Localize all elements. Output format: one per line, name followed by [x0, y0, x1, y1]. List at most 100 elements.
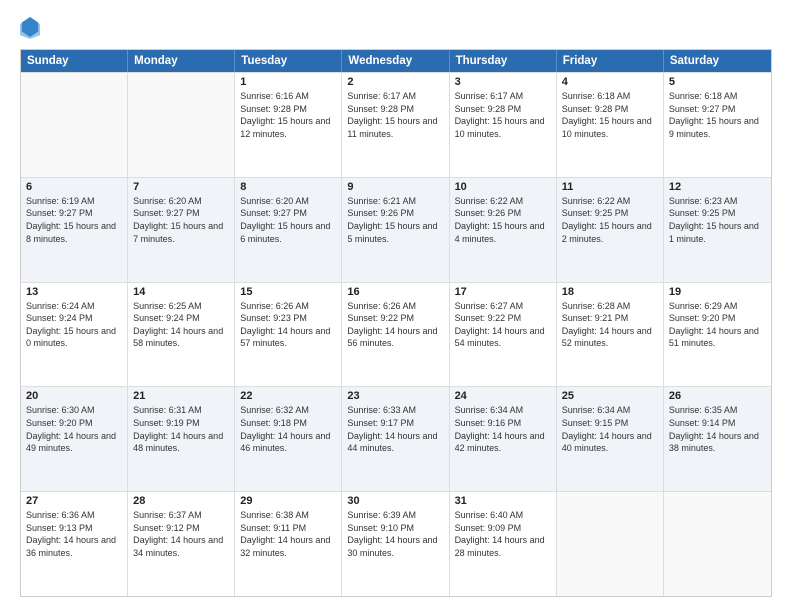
day-detail: Sunrise: 6:20 AMSunset: 9:27 PMDaylight:…: [133, 195, 229, 245]
day-number: 3: [455, 76, 551, 88]
calendar-row: 13 Sunrise: 6:24 AMSunset: 9:24 PMDayligh…: [21, 282, 771, 387]
day-number: 4: [562, 76, 658, 88]
day-detail: Sunrise: 6:23 AMSunset: 9:25 PMDaylight:…: [669, 195, 766, 245]
calendar-cell: 12 Sunrise: 6:23 AMSunset: 9:25 PMDayligh…: [664, 178, 771, 282]
calendar-cell: 2 Sunrise: 6:17 AMSunset: 9:28 PMDaylight…: [342, 73, 449, 177]
calendar-day-header: Thursday: [450, 50, 557, 72]
day-detail: Sunrise: 6:36 AMSunset: 9:13 PMDaylight:…: [26, 509, 122, 559]
day-detail: Sunrise: 6:29 AMSunset: 9:20 PMDaylight:…: [669, 300, 766, 350]
calendar-cell: 3 Sunrise: 6:17 AMSunset: 9:28 PMDaylight…: [450, 73, 557, 177]
calendar-cell: 23 Sunrise: 6:33 AMSunset: 9:17 PMDayligh…: [342, 387, 449, 491]
calendar-cell: 16 Sunrise: 6:26 AMSunset: 9:22 PMDayligh…: [342, 283, 449, 387]
day-number: 13: [26, 286, 122, 298]
calendar-cell: 11Sunrise: 6:22 AMSunset: 9:25 PMDayligh…: [557, 178, 664, 282]
day-number: 10: [455, 181, 551, 193]
day-detail: Sunrise: 6:34 AMSunset: 9:16 PMDaylight:…: [455, 404, 551, 454]
calendar-cell: 31 Sunrise: 6:40 AMSunset: 9:09 PMDayligh…: [450, 492, 557, 596]
day-number: 22: [240, 390, 336, 402]
day-detail: Sunrise: 6:18 AMSunset: 9:28 PMDaylight:…: [562, 90, 658, 140]
calendar-body: 1 Sunrise: 6:16 AMSunset: 9:28 PMDaylight…: [21, 72, 771, 596]
calendar-cell: [664, 492, 771, 596]
day-detail: Sunrise: 6:28 AMSunset: 9:21 PMDaylight:…: [562, 300, 658, 350]
day-number: 29: [240, 495, 336, 507]
calendar-header: SundayMondayTuesdayWednesdayThursdayFrid…: [21, 50, 771, 72]
day-number: 14: [133, 286, 229, 298]
calendar-day-header: Saturday: [664, 50, 771, 72]
day-number: 17: [455, 286, 551, 298]
day-number: 20: [26, 390, 122, 402]
day-number: 2: [347, 76, 443, 88]
calendar-cell: 4 Sunrise: 6:18 AMSunset: 9:28 PMDaylight…: [557, 73, 664, 177]
calendar-row: 20 Sunrise: 6:30 AMSunset: 9:20 PMDayligh…: [21, 386, 771, 491]
logo: [20, 15, 44, 39]
day-detail: Sunrise: 6:16 AMSunset: 9:28 PMDaylight:…: [240, 90, 336, 140]
calendar-cell: 13 Sunrise: 6:24 AMSunset: 9:24 PMDayligh…: [21, 283, 128, 387]
calendar-cell: 28 Sunrise: 6:37 AMSunset: 9:12 PMDayligh…: [128, 492, 235, 596]
calendar-cell: 6Sunrise: 6:19 AMSunset: 9:27 PMDaylight…: [21, 178, 128, 282]
calendar-cell: 19 Sunrise: 6:29 AMSunset: 9:20 PMDayligh…: [664, 283, 771, 387]
day-detail: Sunrise: 6:24 AMSunset: 9:24 PMDaylight:…: [26, 300, 122, 350]
calendar-cell: 10 Sunrise: 6:22 AMSunset: 9:26 PMDayligh…: [450, 178, 557, 282]
day-detail: Sunrise: 6:33 AMSunset: 9:17 PMDaylight:…: [347, 404, 443, 454]
day-detail: Sunrise: 6:26 AMSunset: 9:22 PMDaylight:…: [347, 300, 443, 350]
day-detail: Sunrise: 6:25 AMSunset: 9:24 PMDaylight:…: [133, 300, 229, 350]
calendar-day-header: Wednesday: [342, 50, 449, 72]
day-detail: Sunrise: 6:18 AMSunset: 9:27 PMDaylight:…: [669, 90, 766, 140]
calendar-row: 1 Sunrise: 6:16 AMSunset: 9:28 PMDaylight…: [21, 72, 771, 177]
calendar-cell: 8 Sunrise: 6:20 AMSunset: 9:27 PMDaylight…: [235, 178, 342, 282]
calendar: SundayMondayTuesdayWednesdayThursdayFrid…: [20, 49, 772, 597]
header: [20, 15, 772, 39]
calendar-cell: 30 Sunrise: 6:39 AMSunset: 9:10 PMDayligh…: [342, 492, 449, 596]
day-detail: Sunrise: 6:22 AMSunset: 9:26 PMDaylight:…: [455, 195, 551, 245]
day-detail: Sunrise: 6:22 AMSunset: 9:25 PMDaylight:…: [562, 195, 658, 245]
calendar-day-header: Friday: [557, 50, 664, 72]
day-number: 19: [669, 286, 766, 298]
page: SundayMondayTuesdayWednesdayThursdayFrid…: [0, 0, 792, 612]
calendar-cell: [21, 73, 128, 177]
day-detail: Sunrise: 6:21 AMSunset: 9:26 PMDaylight:…: [347, 195, 443, 245]
calendar-cell: 18 Sunrise: 6:28 AMSunset: 9:21 PMDayligh…: [557, 283, 664, 387]
day-number: 23: [347, 390, 443, 402]
calendar-day-header: Monday: [128, 50, 235, 72]
day-detail: Sunrise: 6:40 AMSunset: 9:09 PMDaylight:…: [455, 509, 551, 559]
day-number: 9: [347, 181, 443, 193]
calendar-cell: 5 Sunrise: 6:18 AMSunset: 9:27 PMDaylight…: [664, 73, 771, 177]
day-number: 12: [669, 181, 766, 193]
day-number: 6: [26, 181, 122, 193]
day-number: 16: [347, 286, 443, 298]
day-detail: Sunrise: 6:17 AMSunset: 9:28 PMDaylight:…: [347, 90, 443, 140]
calendar-cell: 29Sunrise: 6:38 AMSunset: 9:11 PMDayligh…: [235, 492, 342, 596]
logo-icon: [20, 15, 40, 39]
day-detail: Sunrise: 6:35 AMSunset: 9:14 PMDaylight:…: [669, 404, 766, 454]
calendar-cell: 15Sunrise: 6:26 AMSunset: 9:23 PMDayligh…: [235, 283, 342, 387]
calendar-cell: 1 Sunrise: 6:16 AMSunset: 9:28 PMDaylight…: [235, 73, 342, 177]
calendar-row: 6Sunrise: 6:19 AMSunset: 9:27 PMDaylight…: [21, 177, 771, 282]
day-detail: Sunrise: 6:26 AMSunset: 9:23 PMDaylight:…: [240, 300, 336, 350]
calendar-cell: 27 Sunrise: 6:36 AMSunset: 9:13 PMDayligh…: [21, 492, 128, 596]
calendar-cell: [557, 492, 664, 596]
day-number: 1: [240, 76, 336, 88]
calendar-cell: 21Sunrise: 6:31 AMSunset: 9:19 PMDayligh…: [128, 387, 235, 491]
day-number: 28: [133, 495, 229, 507]
day-number: 21: [133, 390, 229, 402]
day-number: 8: [240, 181, 336, 193]
day-detail: Sunrise: 6:30 AMSunset: 9:20 PMDaylight:…: [26, 404, 122, 454]
day-number: 18: [562, 286, 658, 298]
calendar-day-header: Tuesday: [235, 50, 342, 72]
day-number: 30: [347, 495, 443, 507]
calendar-day-header: Sunday: [21, 50, 128, 72]
day-detail: Sunrise: 6:39 AMSunset: 9:10 PMDaylight:…: [347, 509, 443, 559]
day-number: 27: [26, 495, 122, 507]
calendar-cell: 20 Sunrise: 6:30 AMSunset: 9:20 PMDayligh…: [21, 387, 128, 491]
day-number: 24: [455, 390, 551, 402]
calendar-cell: 25Sunrise: 6:34 AMSunset: 9:15 PMDayligh…: [557, 387, 664, 491]
calendar-cell: 7Sunrise: 6:20 AMSunset: 9:27 PMDaylight…: [128, 178, 235, 282]
day-number: 5: [669, 76, 766, 88]
calendar-cell: 26Sunrise: 6:35 AMSunset: 9:14 PMDayligh…: [664, 387, 771, 491]
calendar-cell: 9 Sunrise: 6:21 AMSunset: 9:26 PMDaylight…: [342, 178, 449, 282]
day-number: 31: [455, 495, 551, 507]
day-detail: Sunrise: 6:20 AMSunset: 9:27 PMDaylight:…: [240, 195, 336, 245]
day-detail: Sunrise: 6:37 AMSunset: 9:12 PMDaylight:…: [133, 509, 229, 559]
day-detail: Sunrise: 6:17 AMSunset: 9:28 PMDaylight:…: [455, 90, 551, 140]
day-detail: Sunrise: 6:27 AMSunset: 9:22 PMDaylight:…: [455, 300, 551, 350]
